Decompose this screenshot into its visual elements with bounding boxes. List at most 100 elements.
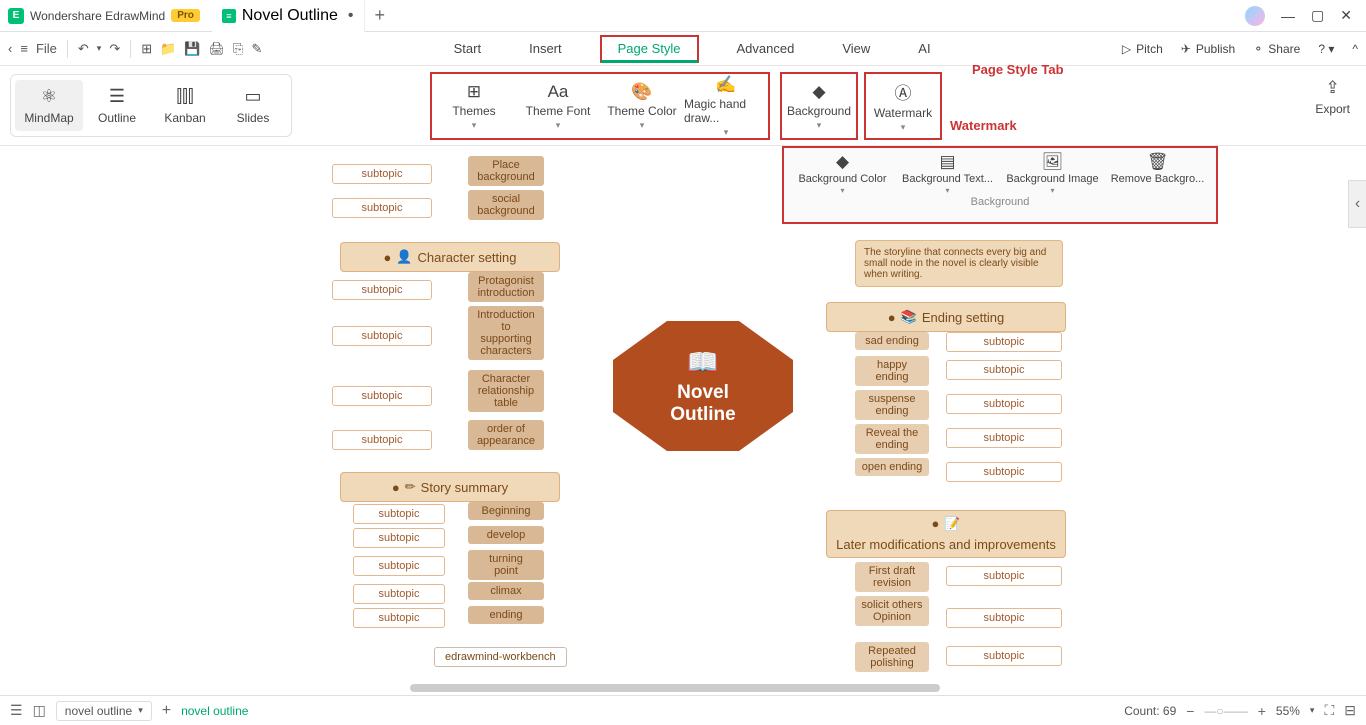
subtopic-node[interactable]: subtopic (946, 394, 1062, 414)
topic-node[interactable]: Beginning (468, 502, 544, 520)
pitch-button[interactable]: ▷Pitch (1122, 42, 1163, 56)
topic-node[interactable]: Place background (468, 156, 544, 186)
canvas[interactable]: ◆Background Color▾ ▤Background Text...▾ … (0, 146, 1366, 695)
subtopic-node[interactable]: subtopic (332, 164, 432, 184)
watermark-button[interactable]: ⒶWatermark▾ (864, 72, 942, 140)
side-panel-toggle[interactable]: ‹ (1348, 180, 1366, 228)
zoom-slider[interactable]: —○—— (1204, 704, 1247, 718)
undo-button[interactable]: ↶ (78, 41, 89, 57)
subtopic-node[interactable]: subtopic (353, 584, 445, 604)
add-page-button[interactable]: + (162, 702, 171, 720)
style-icon[interactable]: ✎ (251, 41, 262, 57)
caret-icon[interactable]: ▾ (1310, 705, 1315, 716)
subtopic-node[interactable]: subtopic (946, 428, 1062, 448)
subtopic-node[interactable]: subtopic (332, 280, 432, 300)
theme-color-button[interactable]: 🎨Theme Color▾ (600, 74, 684, 138)
subtopic-node[interactable]: subtopic (353, 504, 445, 524)
horizontal-scrollbar[interactable] (410, 684, 940, 692)
section-story-summary[interactable]: ●✏Story summary (340, 472, 560, 502)
view-mindmap[interactable]: ⚛MindMap (15, 80, 83, 131)
topic-node[interactable]: social background (468, 190, 544, 220)
section-later-modifications[interactable]: ●📝Later modifications and improvements (826, 510, 1066, 558)
theme-font-button[interactable]: AaTheme Font▾ (516, 74, 600, 138)
subtopic-node[interactable]: subtopic (946, 360, 1062, 380)
export-button[interactable]: ⇪Export (1315, 78, 1350, 116)
subtopic-node[interactable]: subtopic (946, 462, 1062, 482)
active-doc-label[interactable]: novel outline (181, 704, 248, 718)
topic-node[interactable]: solicit others Opinion (855, 596, 929, 626)
collapse-ribbon-button[interactable]: ^ (1352, 42, 1358, 56)
view-outline[interactable]: ☰Outline (83, 80, 151, 131)
tab-view[interactable]: View (832, 35, 880, 63)
view-kanban[interactable]: ⫿⫿⫿Kanban (151, 80, 219, 131)
document-tab[interactable]: ≡ Novel Outline • (212, 0, 365, 32)
background-color-button[interactable]: ◆Background Color▾ (791, 152, 895, 195)
share-button[interactable]: ⚬Share (1253, 42, 1300, 56)
export-icon[interactable]: ⎘ (233, 41, 243, 57)
minimize-button[interactable]: — (1281, 8, 1295, 24)
topic-node[interactable]: sad ending (855, 332, 929, 350)
maximize-button[interactable]: ▢ (1311, 7, 1324, 24)
close-button[interactable]: ✕ (1340, 7, 1352, 24)
publish-button[interactable]: ✈Publish (1181, 42, 1235, 56)
subtopic-node[interactable]: subtopic (332, 326, 432, 346)
subtopic-node[interactable]: subtopic (332, 430, 432, 450)
file-menu[interactable]: File (36, 41, 57, 56)
remove-background-button[interactable]: 🗑Remove Backgro... (1106, 152, 1210, 195)
topic-node[interactable]: happy ending (855, 356, 929, 386)
tab-page-style[interactable]: Page Style (600, 35, 699, 63)
section-ending-setting[interactable]: ●📚Ending setting (826, 302, 1066, 332)
subtopic-node[interactable]: subtopic (946, 566, 1062, 586)
tab-advanced[interactable]: Advanced (727, 35, 805, 63)
subtopic-node[interactable]: subtopic (332, 386, 432, 406)
themes-button[interactable]: ⊞Themes▾ (432, 74, 516, 138)
nav-back-button[interactable]: ‹ (8, 41, 12, 56)
topic-node[interactable]: First draft revision (855, 562, 929, 592)
subtopic-node[interactable]: subtopic (353, 608, 445, 628)
topic-node[interactable]: Character relationship table (468, 370, 544, 412)
central-node[interactable]: 📖 Novel Outline (613, 321, 793, 451)
panel-icon[interactable]: ◫ (33, 702, 46, 719)
topic-node[interactable]: climax (468, 582, 544, 600)
topic-node[interactable]: Protagonist introduction (468, 272, 544, 302)
caret-icon[interactable]: ▾ (97, 43, 102, 54)
new-button[interactable]: ⊞ (141, 41, 152, 57)
hamburger-icon[interactable]: ≡ (20, 41, 28, 56)
storyline-description[interactable]: The storyline that connects every big an… (855, 240, 1063, 287)
help-button[interactable]: ? ▾ (1318, 42, 1334, 56)
topic-node[interactable]: open ending (855, 458, 929, 476)
topic-node[interactable]: suspense ending (855, 390, 929, 420)
outline-toggle-icon[interactable]: ☰ (10, 702, 23, 719)
topic-node[interactable]: Repeated polishing (855, 642, 929, 672)
subtopic-node[interactable]: subtopic (332, 198, 432, 218)
fit-button[interactable]: ⊟ (1344, 702, 1356, 719)
topic-node[interactable]: ending (468, 606, 544, 624)
subtopic-node[interactable]: subtopic (946, 608, 1062, 628)
magic-hand-button[interactable]: ✍Magic hand draw...▾ (684, 74, 768, 138)
subtopic-node[interactable]: subtopic (946, 332, 1062, 352)
zoom-out-button[interactable]: − (1186, 703, 1194, 719)
tab-start[interactable]: Start (444, 35, 491, 63)
background-button[interactable]: ◆Background▾ (780, 72, 858, 140)
fullscreen-button[interactable]: ⛶ (1324, 702, 1334, 719)
workbench-node[interactable]: edrawmind-workbench (434, 647, 567, 667)
background-image-button[interactable]: 🖼Background Image▾ (1001, 152, 1105, 195)
zoom-in-button[interactable]: + (1258, 703, 1266, 719)
open-button[interactable]: 📁 (160, 41, 176, 57)
topic-node[interactable]: turning point (468, 550, 544, 580)
subtopic-node[interactable]: subtopic (353, 528, 445, 548)
user-avatar[interactable] (1245, 6, 1265, 26)
view-slides[interactable]: ▭Slides (219, 80, 287, 131)
tab-ai[interactable]: AI (908, 35, 940, 63)
subtopic-node[interactable]: subtopic (353, 556, 445, 576)
section-character-setting[interactable]: ●👤Character setting (340, 242, 560, 272)
topic-node[interactable]: order of appearance (468, 420, 544, 450)
subtopic-node[interactable]: subtopic (946, 646, 1062, 666)
print-button[interactable]: 🖨 (209, 41, 226, 57)
topic-node[interactable]: Reveal the ending (855, 424, 929, 454)
topic-node[interactable]: develop (468, 526, 544, 544)
redo-button[interactable]: ↷ (109, 41, 120, 57)
document-selector[interactable]: novel outline▾ (56, 701, 152, 721)
tab-insert[interactable]: Insert (519, 35, 572, 63)
topic-node[interactable]: Introduction to supporting characters (468, 306, 544, 360)
